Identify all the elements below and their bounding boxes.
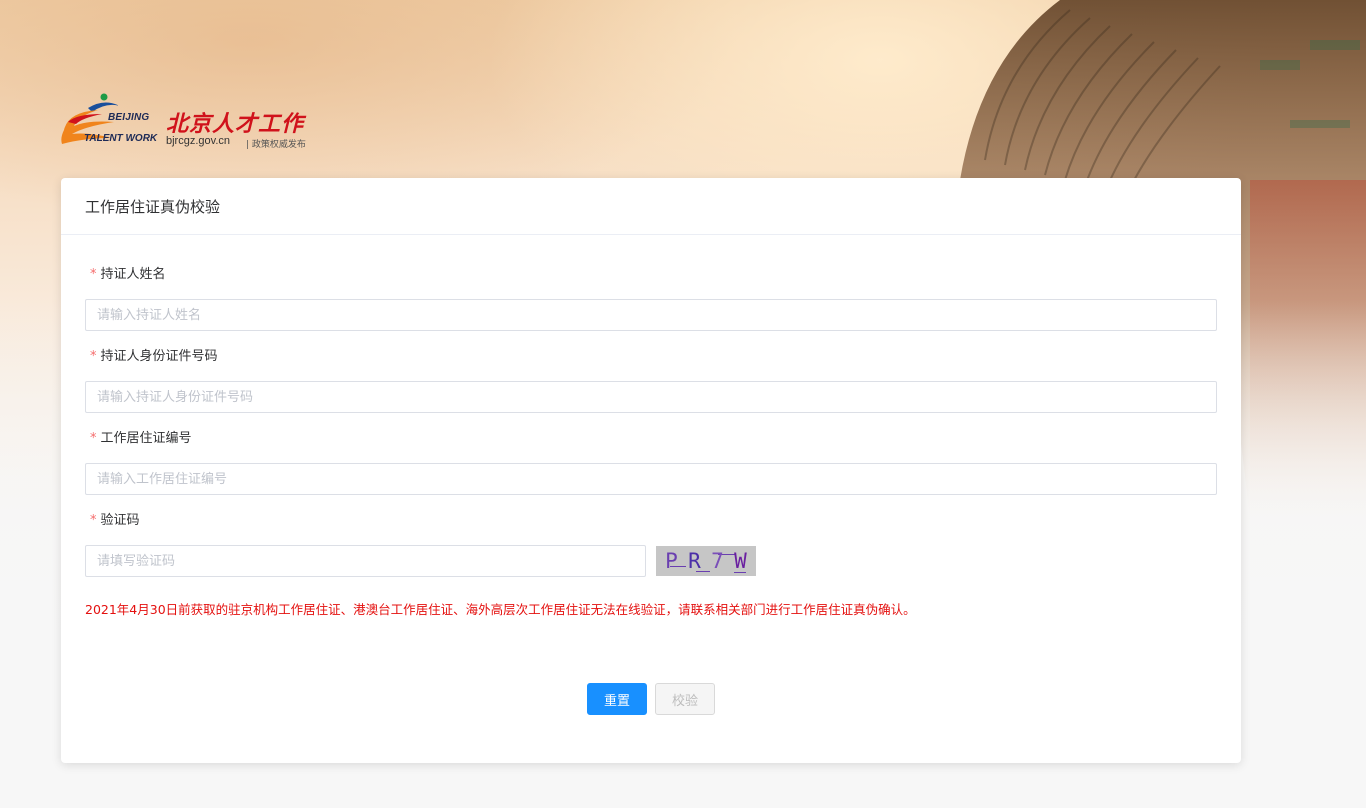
form-item-id-number: * 持证人身份证件号码 xyxy=(85,347,1217,413)
captcha-char: P xyxy=(665,549,678,573)
reset-button[interactable]: 重置 xyxy=(587,683,647,715)
logo-english-line1: BEIJING xyxy=(108,112,150,123)
required-mark: * xyxy=(90,513,97,528)
online-verification-notice: 2021年4月30日前获取的驻京机构工作居住证、港澳台工作居住证、海外高层次工作… xyxy=(85,602,916,617)
form-item-permit-number: * 工作居住证编号 xyxy=(85,429,1217,495)
captcha-input[interactable] xyxy=(85,545,646,577)
id-number-input[interactable] xyxy=(85,381,1217,413)
holder-name-label: * 持证人姓名 xyxy=(85,265,1217,285)
id-number-label: * 持证人身份证件号码 xyxy=(85,347,1217,367)
logo-url: bjrcgz.gov.cn xyxy=(166,135,230,147)
required-mark: * xyxy=(90,349,97,364)
captcha-char: 7 xyxy=(711,549,724,573)
captcha-char: W xyxy=(734,549,747,573)
card-header: 工作居住证真伪校验 xyxy=(61,178,1241,235)
captcha-label-text: 验证码 xyxy=(100,513,140,528)
verification-card: 工作居住证真伪校验 *持证人姓名 *持证人身份证件号码 *工作居住证编号 *验证… xyxy=(61,178,1241,763)
required-mark: * xyxy=(90,431,97,446)
form-item-holder-name: * 持证人姓名 xyxy=(85,265,1217,331)
logo-slogan: | 政策权威发布 xyxy=(246,140,306,150)
beijing-talent-logo: BEIJING TALENT WORK 北京人才工作 bjrcgz.gov.cn… xyxy=(58,92,328,150)
logo-english-line2: TALENT WORK xyxy=(84,133,158,144)
id-number-label-text: 持证人身份证件号码 xyxy=(100,349,218,364)
captcha-image[interactable]: P R 7 W xyxy=(656,546,756,576)
card-title: 工作居住证真伪校验 xyxy=(85,197,221,216)
permit-number-label-text: 工作居住证编号 xyxy=(100,431,192,446)
holder-name-label-text: 持证人姓名 xyxy=(100,267,166,282)
verify-button[interactable]: 校验 xyxy=(655,683,715,715)
permit-number-input[interactable] xyxy=(85,463,1217,495)
captcha-label: * 验证码 xyxy=(85,511,1217,531)
captcha-char: R xyxy=(688,549,701,573)
form-item-captcha: *验证码 P R 7 W xyxy=(85,511,1217,577)
holder-name-input[interactable] xyxy=(85,299,1217,331)
permit-number-label: * 工作居住证编号 xyxy=(85,429,1217,449)
logo-chinese-name: 北京人才工作 xyxy=(166,111,305,137)
required-mark: * xyxy=(90,267,97,282)
